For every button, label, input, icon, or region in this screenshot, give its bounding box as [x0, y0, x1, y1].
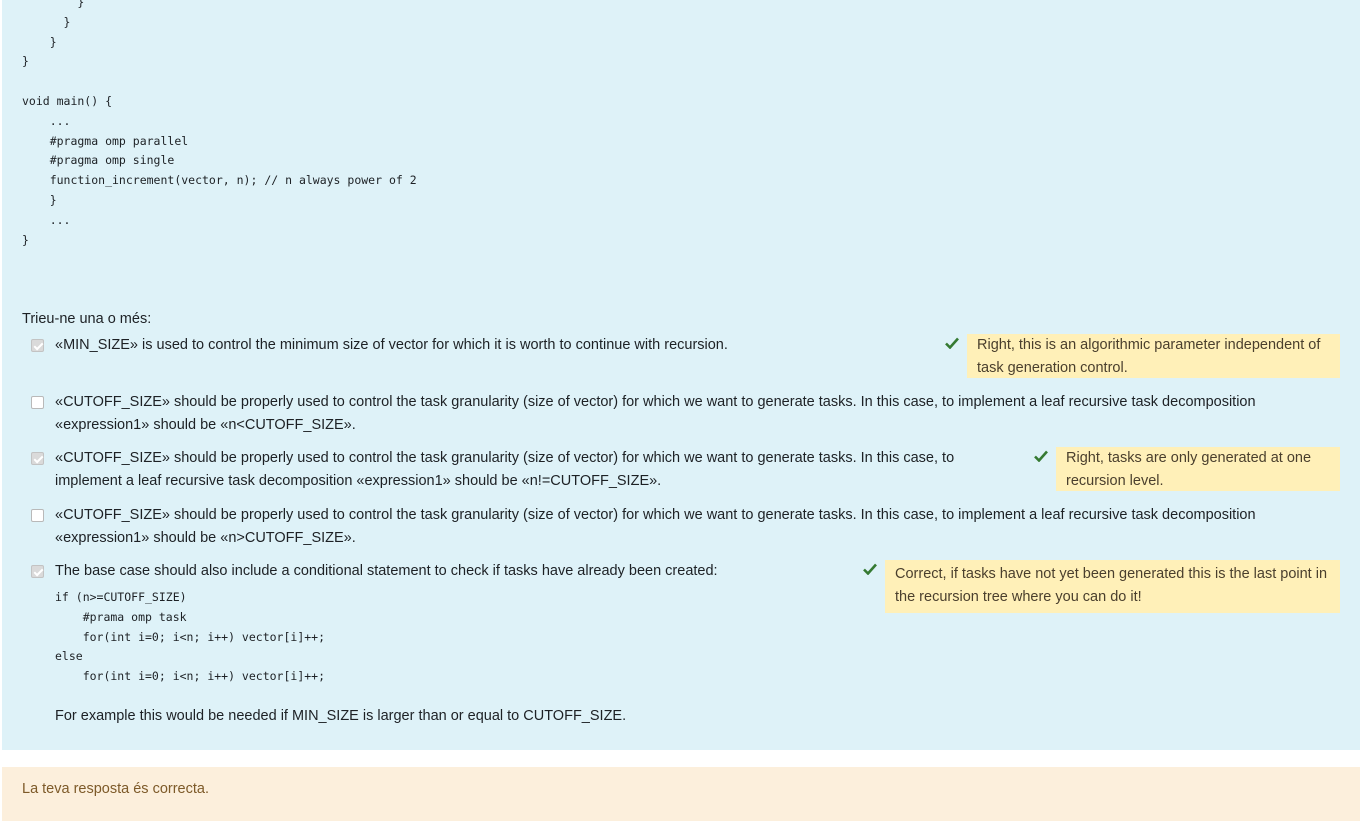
- code-block: } } } } void main() { ... #pragma omp pa…: [22, 0, 417, 247]
- option-label: «CUTOFF_SIZE» should be properly used to…: [55, 394, 1256, 433]
- answer-prompt: Trieu-ne una o més:: [22, 311, 152, 327]
- outcome-panel: La teva resposta és correcta.: [2, 767, 1360, 821]
- option-label: The base case should also include a cond…: [55, 563, 718, 579]
- checkbox-checked[interactable]: [31, 565, 44, 578]
- option-feedback: Right, tasks are only generated at one r…: [1056, 447, 1340, 491]
- option-feedback: Correct, if tasks have not yet been gene…: [885, 560, 1340, 613]
- checkbox-unchecked[interactable]: [31, 509, 44, 522]
- checkbox-checked[interactable]: [31, 339, 44, 352]
- checkbox-checked[interactable]: [31, 452, 44, 465]
- option-label: «CUTOFF_SIZE» should be properly used to…: [55, 450, 955, 489]
- option-label: «MIN_SIZE» is used to control the minimu…: [55, 337, 728, 353]
- question-content: } } } } void main() { ... #pragma omp pa…: [2, 0, 1360, 750]
- check-icon: [1034, 450, 1048, 462]
- option-note: For example this would be needed if MIN_…: [55, 708, 627, 724]
- option-feedback: Right, this is an algorithmic parameter …: [967, 334, 1340, 378]
- option-code-block: if (n>=CUTOFF_SIZE) #prama omp task for(…: [55, 590, 326, 684]
- option-label: «CUTOFF_SIZE» should be properly used to…: [55, 507, 1256, 546]
- check-icon: [945, 337, 959, 349]
- checkbox-unchecked[interactable]: [31, 396, 44, 409]
- check-icon: [863, 563, 877, 575]
- answer-option-5: The base case should also include a cond…: [22, 559, 1342, 734]
- outcome-message: La teva resposta és correcta.: [22, 781, 209, 797]
